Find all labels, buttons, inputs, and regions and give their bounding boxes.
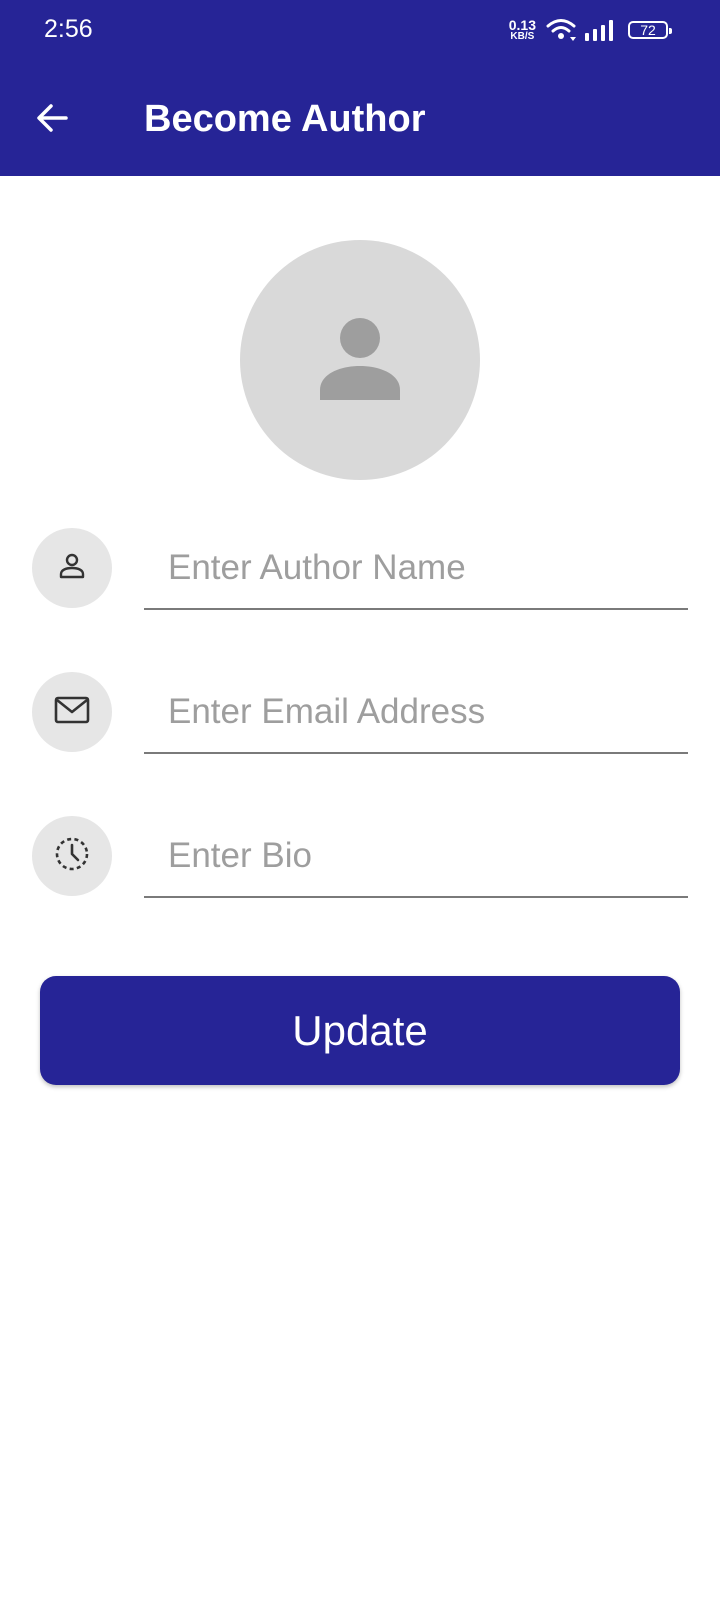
bio-row xyxy=(32,816,688,898)
status-time: 2:56 xyxy=(44,15,93,43)
network-speed: 0.13 KB/S xyxy=(509,18,536,42)
avatar-picker[interactable] xyxy=(240,240,480,480)
field-icon-badge xyxy=(32,528,112,608)
bio-input[interactable] xyxy=(144,816,688,898)
battery-level: 72 xyxy=(640,22,656,38)
status-icons: 0.13 KB/S 72 xyxy=(509,18,672,42)
arrow-left-icon xyxy=(34,100,70,141)
field-icon-badge xyxy=(32,672,112,752)
mail-icon xyxy=(54,695,90,730)
app-bar: Become Author xyxy=(0,64,720,176)
author-name-row xyxy=(32,528,688,610)
signal-icon xyxy=(584,19,614,41)
email-row xyxy=(32,672,688,754)
network-speed-unit: KB/S xyxy=(510,31,535,42)
field-icon-badge xyxy=(32,816,112,896)
person-icon xyxy=(57,551,87,586)
battery-icon: 72 xyxy=(628,21,672,39)
network-speed-value: 0.13 xyxy=(508,17,536,33)
author-name-input[interactable] xyxy=(144,528,688,610)
person-placeholder-icon xyxy=(318,316,402,405)
status-bar: 2:56 0.13 KB/S 72 xyxy=(0,0,720,64)
dashed-clock-icon xyxy=(54,836,90,877)
back-button[interactable] xyxy=(24,92,80,148)
update-button[interactable]: Update xyxy=(40,976,680,1085)
email-input[interactable] xyxy=(144,672,688,754)
page-title: Become Author xyxy=(144,98,426,140)
wifi-icon xyxy=(546,18,576,42)
